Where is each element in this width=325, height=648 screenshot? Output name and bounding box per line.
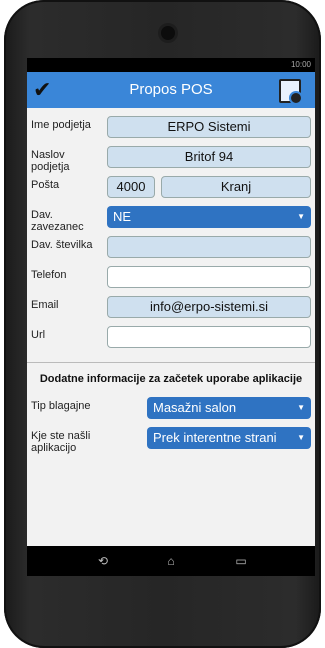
taxpayer-row: Dav. zavezanec NE ▼ <box>27 206 315 236</box>
url-field[interactable] <box>107 326 311 348</box>
till-type-value: Masažni salon <box>153 400 237 415</box>
app-header: ✔ Propos POS <box>27 72 315 108</box>
found-select[interactable]: Prek interentne strani ▼ <box>147 427 311 449</box>
address-label: Naslov podjetja <box>31 149 70 173</box>
app-title: Propos POS <box>129 81 213 98</box>
found-value: Prek interentne strani <box>153 430 277 445</box>
email-label: Email <box>31 299 59 311</box>
email-field[interactable]: info@erpo-sistemi.si <box>107 296 311 318</box>
recent-apps-icon[interactable]: ▭ <box>231 555 251 567</box>
till-type-select[interactable]: Masažni salon ▼ <box>147 397 311 419</box>
url-row: Url <box>27 326 315 356</box>
dropdown-arrow-icon: ▼ <box>297 212 305 221</box>
address-field[interactable]: Britof 94 <box>107 146 311 168</box>
settings-icon[interactable] <box>279 79 303 105</box>
front-camera-icon <box>161 26 175 40</box>
address-row: Naslov podjetja Britof 94 <box>27 146 315 176</box>
app-screen: 10:00 ✔ Propos POS Ime podjetja ERPO Sis… <box>27 58 315 576</box>
email-row: Email info@erpo-sistemi.si <box>27 296 315 326</box>
home-icon[interactable]: ⌂ <box>161 555 181 567</box>
phone-row: Telefon <box>27 266 315 296</box>
dropdown-arrow-icon: ▼ <box>297 403 305 412</box>
post-row: Pošta 4000 Kranj <box>27 176 315 206</box>
extra-section-title: Dodatne informacije za začetek uporabe a… <box>39 373 303 385</box>
tax-number-field[interactable] <box>107 236 311 258</box>
tax-number-label: Dav. številka <box>31 239 93 251</box>
post-code-field[interactable]: 4000 <box>107 176 155 198</box>
post-city-field[interactable]: Kranj <box>161 176 311 198</box>
phone-field[interactable] <box>107 266 311 288</box>
till-type-label: Tip blagajne <box>31 400 91 412</box>
company-name-field[interactable]: ERPO Sistemi <box>107 116 311 138</box>
phone-frame: 10:00 ✔ Propos POS Ime podjetja ERPO Sis… <box>4 0 321 648</box>
company-label: Ime podjetja <box>31 119 91 131</box>
taxpayer-label: Dav. zavezanec <box>31 209 84 233</box>
url-label: Url <box>31 329 46 341</box>
dropdown-arrow-icon: ▼ <box>297 433 305 442</box>
status-bar: 10:00 <box>27 58 315 72</box>
taxpayer-value: NE <box>113 209 132 224</box>
found-label: Kje ste našli aplikacijo <box>31 430 91 454</box>
company-row: Ime podjetja ERPO Sistemi <box>27 116 315 146</box>
phone-label: Telefon <box>31 269 67 281</box>
till-type-row: Tip blagajne Masažni salon ▼ <box>27 397 315 427</box>
tax-number-row: Dav. številka <box>27 236 315 266</box>
taxpayer-select[interactable]: NE ▼ <box>107 206 311 228</box>
company-form: Ime podjetja ERPO Sistemi Naslov podjetj… <box>27 108 315 356</box>
found-row: Kje ste našli aplikacijo Prek interentne… <box>27 427 315 457</box>
post-label: Pošta <box>31 179 60 191</box>
section-divider <box>27 362 315 363</box>
android-nav-bar: ⟲ ⌂ ▭ <box>27 546 315 576</box>
back-icon[interactable]: ⟲ <box>93 555 113 567</box>
status-time: 10:00 <box>290 60 311 69</box>
